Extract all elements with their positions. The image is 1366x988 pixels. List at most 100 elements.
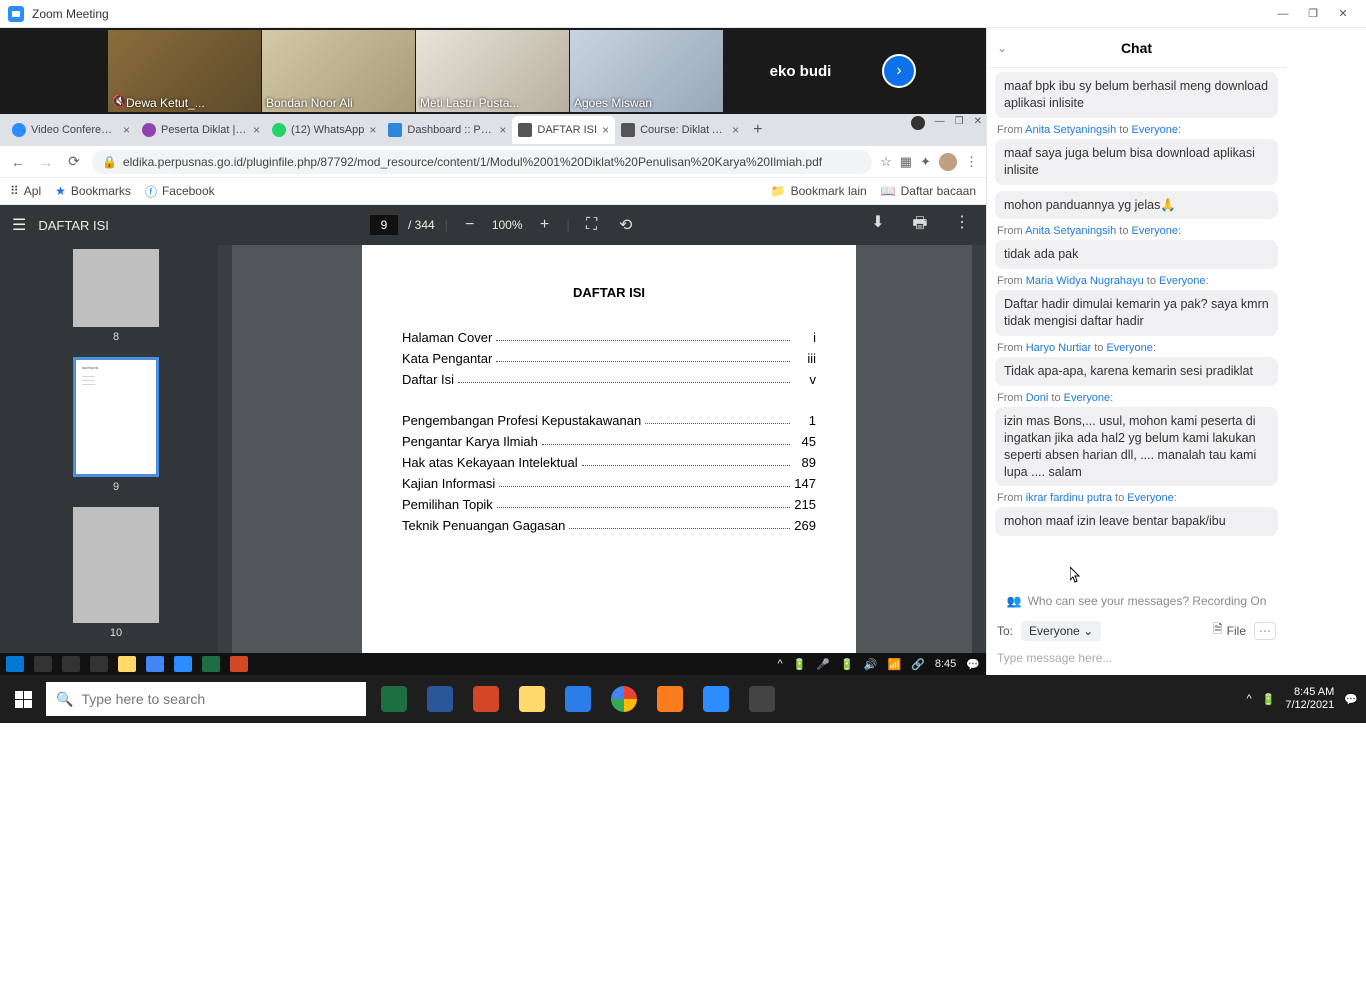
search-icon[interactable] (34, 656, 52, 672)
page-scrollbar[interactable] (972, 245, 986, 653)
start-button[interactable] (0, 675, 46, 723)
toc-row: Kata Pengantariii (402, 351, 816, 366)
reload-button[interactable]: ⟳ (64, 153, 84, 170)
taskbar-app[interactable] (230, 656, 248, 672)
other-bookmarks[interactable]: 📁Bookmark lain (771, 184, 867, 198)
inner-minimize-button[interactable]: — (935, 116, 945, 130)
tray-clock[interactable]: 8:45 AM 7/12/2021 (1285, 686, 1334, 711)
print-button[interactable]: 🖶 (908, 212, 932, 239)
hamburger-icon[interactable]: ☰ (12, 215, 26, 235)
apps-shortcut[interactable]: ⠿Apl (10, 184, 41, 198)
taskbar-app[interactable] (174, 656, 192, 672)
participant-tile-name-only[interactable]: eko budi (724, 30, 877, 112)
taskbar-app[interactable] (202, 656, 220, 672)
taskbar-app-chrome[interactable] (602, 679, 646, 719)
browser-tab[interactable]: Peserta Diklat | PUS× (136, 116, 266, 144)
taskbar-app-wps[interactable] (556, 679, 600, 719)
page-number-input[interactable] (370, 215, 398, 235)
url-field[interactable]: 🔒eldika.perpusnas.go.id/pluginfile.php/8… (92, 150, 872, 174)
participant-tile[interactable]: 🔇Dewa Ketut_... (108, 30, 261, 112)
taskbar-search[interactable]: 🔍Type here to search (46, 682, 366, 716)
participant-tile[interactable]: Meti Lastri Pusta... (416, 30, 569, 112)
tab-close-icon[interactable]: × (253, 123, 260, 137)
chat-messages[interactable]: maaf bpk ibu sy belum berhasil meng down… (987, 68, 1286, 588)
pdf-thumbnail[interactable] (73, 507, 159, 623)
tray-chevron-icon[interactable]: ^ (777, 658, 782, 670)
back-button[interactable]: ← (8, 154, 28, 170)
taskbar-app-settings[interactable] (740, 679, 784, 719)
zoom-in-button[interactable]: + (533, 216, 557, 234)
tray-icon[interactable]: 🔋 (793, 658, 807, 671)
inner-maximize-button[interactable]: ❐ (955, 116, 964, 130)
forward-button[interactable]: → (36, 154, 56, 170)
chat-to-selector[interactable]: Everyone ⌄ (1021, 621, 1101, 641)
tab-close-icon[interactable]: × (499, 123, 506, 137)
star-icon[interactable]: ☆ (880, 154, 892, 170)
rotate-button[interactable]: ⟲ (614, 215, 638, 235)
pdf-thumbnail-current[interactable]: DAFTAR ISI────────────────── (73, 357, 159, 477)
toc-row: Pengantar Karya Ilmiah45 (402, 434, 816, 449)
tray-notification-icon[interactable]: 💬 (966, 658, 980, 671)
taskbar-app-file-explorer[interactable] (510, 679, 554, 719)
thumbnail-scrollbar[interactable] (218, 245, 232, 653)
tab-close-icon[interactable]: × (602, 123, 609, 137)
chat-title: Chat (1121, 40, 1152, 56)
kebab-menu-icon[interactable]: ⋮ (965, 154, 978, 170)
tray-chevron-icon[interactable]: ^ (1246, 693, 1251, 705)
chat-recording-info[interactable]: 👥 Who can see your messages? Recording O… (987, 588, 1286, 614)
task-view-icon[interactable] (62, 656, 80, 672)
taskbar-app[interactable] (118, 656, 136, 672)
participant-tile[interactable]: Agoes Miswan (570, 30, 723, 112)
tray-icon[interactable]: 🎤 (816, 658, 830, 671)
browser-tab[interactable]: (12) WhatsApp× (266, 116, 382, 144)
tab-close-icon[interactable]: × (732, 123, 739, 137)
extension-icon[interactable]: ▦ (900, 154, 912, 170)
profile-avatar[interactable] (939, 153, 957, 171)
battery-icon[interactable]: 🔋 (1262, 693, 1276, 706)
taskbar-app[interactable] (146, 656, 164, 672)
maximize-button[interactable]: ❐ (1298, 2, 1328, 26)
minimize-button[interactable]: — (1268, 2, 1298, 26)
tray-icon[interactable]: 🔗 (911, 658, 925, 671)
download-button[interactable]: ⬇ (866, 212, 890, 239)
participant-tile[interactable]: Bondan Noor Ali (262, 30, 415, 112)
reading-list[interactable]: 📖Daftar bacaan (881, 184, 976, 198)
tab-close-icon[interactable]: × (123, 123, 130, 137)
chat-input[interactable]: Type message here... (987, 647, 1286, 675)
zoom-out-button[interactable]: − (458, 216, 482, 234)
taskbar-app-word[interactable] (418, 679, 462, 719)
close-button[interactable]: ✕ (1328, 2, 1358, 26)
taskbar-app-powerpoint[interactable] (464, 679, 508, 719)
tab-close-icon[interactable]: × (369, 123, 376, 137)
bookmarks-shortcut[interactable]: ★Bookmarks (55, 184, 131, 198)
pdf-menu-button[interactable]: ⋮ (950, 212, 974, 239)
start-icon[interactable] (6, 656, 24, 672)
browser-address-bar: ← → ⟳ 🔒eldika.perpusnas.go.id/pluginfile… (0, 146, 986, 178)
fit-page-button[interactable]: ⛶ (580, 216, 604, 234)
new-tab-button[interactable]: + (745, 121, 770, 139)
chat-file-button[interactable]: 🗎File (1213, 620, 1246, 641)
browser-tab[interactable]: Video Conferencing× (6, 116, 136, 144)
taskbar-app[interactable] (90, 656, 108, 672)
taskbar-app-excel[interactable] (372, 679, 416, 719)
browser-tab-active[interactable]: DAFTAR ISI× (512, 116, 615, 144)
chat-collapse-button[interactable]: ⌄ (997, 41, 1007, 55)
chat-from-line: From ikrar fardinu putra to Everyone: (995, 492, 1278, 504)
browser-tab[interactable]: Course: Diklat Auto× (615, 116, 745, 144)
tray-icon[interactable]: 🔋 (840, 658, 854, 671)
facebook-bookmark[interactable]: ⓕFacebook (145, 183, 215, 200)
chat-more-button[interactable]: ⋯ (1254, 622, 1276, 640)
browser-tab[interactable]: Dashboard :: Pusdik× (382, 116, 512, 144)
taskbar-app-xampp[interactable] (648, 679, 692, 719)
inner-close-button[interactable]: ✕ (974, 116, 982, 130)
tray-icon[interactable]: 🔊 (864, 658, 878, 671)
chat-from-line: From Doni to Everyone: (995, 392, 1278, 404)
pdf-thumbnail[interactable] (73, 249, 159, 327)
tray-icon[interactable]: 📶 (887, 658, 901, 671)
toc-row: Halaman Coveri (402, 330, 816, 345)
extensions-icon[interactable]: ✦ (920, 154, 931, 170)
gallery-next-button[interactable]: › (882, 54, 916, 88)
tray-clock[interactable]: 8:45 (935, 658, 956, 670)
notification-icon[interactable]: 💬 (1344, 693, 1358, 706)
taskbar-app-zoom[interactable] (694, 679, 738, 719)
